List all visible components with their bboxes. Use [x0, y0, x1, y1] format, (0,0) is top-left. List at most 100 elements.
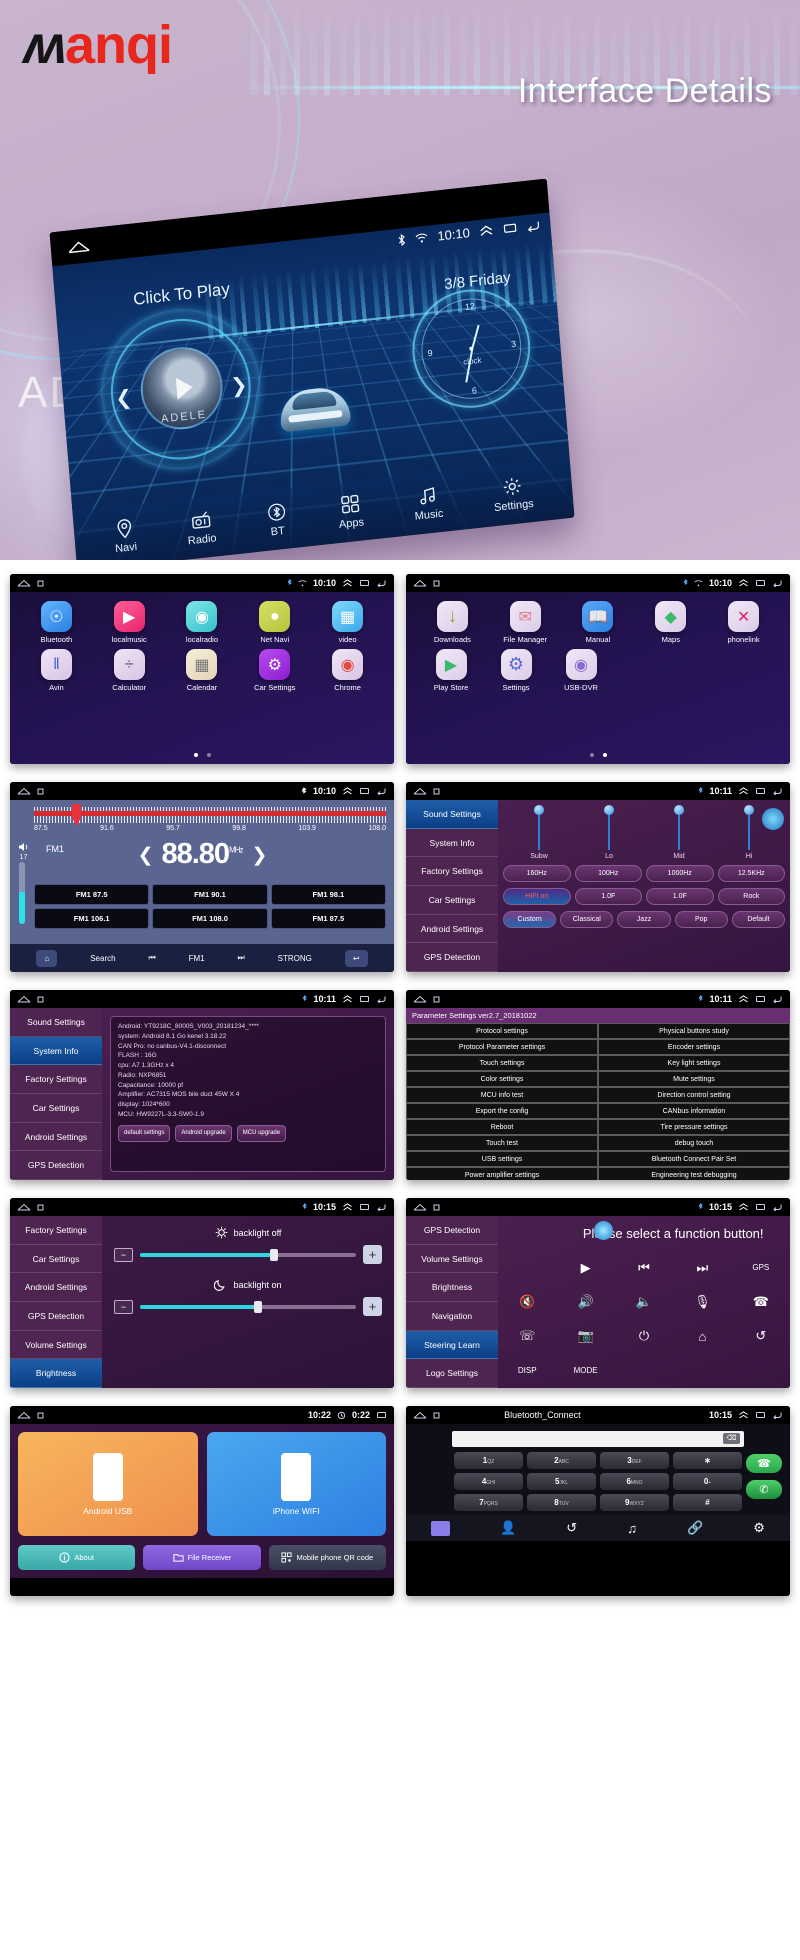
gear-icon[interactable]: ⚙ [753, 1520, 765, 1536]
app-playstore[interactable]: ▶ Play Store [425, 649, 477, 692]
prev-button[interactable]: ⏮ [149, 953, 156, 963]
preset-button[interactable]: FM1 108.0 [152, 908, 268, 929]
hifi-toggle[interactable]: HIFI on [503, 888, 571, 905]
app-maps[interactable]: ◆ Maps [645, 601, 697, 644]
preset-button[interactable]: FM1 98.1 [270, 884, 386, 905]
recents-icon[interactable] [755, 995, 766, 1003]
next-track-button[interactable]: ❯ [230, 372, 249, 399]
backspace-icon[interactable]: ⌫ [723, 1433, 740, 1444]
recents-icon[interactable] [359, 579, 370, 587]
sidebar-item-system-info[interactable]: System Info [10, 1036, 102, 1066]
freq-button-100hz[interactable]: 100Hz [574, 865, 642, 882]
sidebar-item-sound-settings[interactable]: Sound Settings [406, 800, 498, 829]
chevron-up-icon[interactable] [738, 1411, 749, 1419]
sidebar-item-gps-detection[interactable]: GPS Detection [10, 1151, 102, 1180]
dial-input[interactable]: ⌫ [452, 1431, 744, 1447]
freq-button-12khz[interactable]: 12.5KHz [717, 865, 785, 882]
nav-item-apps[interactable]: Apps [337, 492, 364, 531]
param-cell[interactable]: Export the config [406, 1103, 598, 1119]
sidebar-item-sound-settings[interactable]: Sound Settings [10, 1008, 102, 1037]
home-icon[interactable] [17, 787, 31, 795]
gain-button-rock[interactable]: Rock [717, 888, 785, 905]
gain-button-1[interactable]: 1.0F [574, 888, 642, 905]
sidebar-item-factory-settings[interactable]: Factory Settings [10, 1065, 102, 1095]
recents-icon[interactable] [502, 222, 518, 235]
back-icon[interactable] [772, 1203, 783, 1211]
recents-icon[interactable] [359, 1203, 370, 1211]
param-cell[interactable]: Direction control setting [598, 1087, 790, 1103]
back-icon[interactable] [526, 219, 541, 232]
key-5[interactable]: 5JKL [527, 1473, 596, 1490]
recents-icon[interactable] [359, 787, 370, 795]
refresh-icon[interactable] [594, 1221, 613, 1240]
key-7[interactable]: 7PQRS [454, 1494, 523, 1511]
app-manual[interactable]: 📖 Manual [572, 601, 624, 644]
steering-hangup-button[interactable]: ☏ [498, 1319, 556, 1353]
default-settings-button[interactable]: default settings [118, 1124, 171, 1142]
dialpad-icon[interactable] [431, 1520, 451, 1536]
home-icon[interactable] [413, 1411, 427, 1419]
chevron-up-icon[interactable] [342, 579, 353, 587]
tuning-scale-bar[interactable] [34, 811, 386, 816]
sidebar-item-android-settings[interactable]: Android Settings [10, 1273, 102, 1303]
square-icon[interactable] [37, 1412, 44, 1419]
freq-button-1000hz[interactable]: 1000Hz [646, 865, 714, 882]
key-0[interactable]: 0+ [673, 1473, 742, 1490]
preset-classical[interactable]: Classical [560, 911, 614, 928]
eq-slider-hi[interactable]: Hi [732, 805, 766, 860]
param-cell[interactable]: Encoder settings [598, 1039, 790, 1055]
page-dot[interactable] [589, 753, 594, 757]
steering-play-button[interactable]: ▶ [556, 1250, 614, 1284]
app-filemanager[interactable]: ✉ File Manager [499, 601, 551, 644]
home-icon[interactable] [17, 1411, 31, 1419]
param-cell[interactable]: Protocol Parameter settings [406, 1039, 598, 1055]
app-calculator[interactable]: ÷ Calculator [103, 649, 155, 692]
file-receiver-button[interactable]: File Receiver [143, 1545, 261, 1570]
param-cell[interactable]: debug touch [598, 1135, 790, 1151]
preset-pop[interactable]: Pop [674, 911, 728, 928]
gain-button-2[interactable]: 1.0F [646, 888, 714, 905]
next-button[interactable]: ⏭ [238, 953, 245, 963]
minus-button[interactable]: − [114, 1299, 133, 1314]
home-icon[interactable] [413, 787, 427, 795]
volume-slider[interactable] [19, 862, 25, 924]
eq-knob[interactable] [534, 805, 544, 815]
steering-power-button[interactable]: ⏻ [615, 1319, 673, 1353]
key-1[interactable]: 1QZ [454, 1452, 523, 1469]
page-dot-active[interactable] [602, 753, 607, 757]
chevron-up-icon[interactable] [478, 225, 494, 238]
chevron-up-icon[interactable] [738, 579, 749, 587]
nav-item-navi[interactable]: Navi [113, 517, 138, 555]
iphone-wifi-card[interactable]: iPhone WIFI [206, 1432, 386, 1536]
back-icon[interactable] [376, 995, 387, 1003]
call-answer-button[interactable]: ✆ [746, 1480, 782, 1499]
home-icon[interactable] [17, 995, 31, 1003]
freq-down-button[interactable]: ❮ [138, 845, 154, 866]
sidebar-item-factory-settings[interactable]: Factory Settings [10, 1216, 102, 1245]
param-cell[interactable]: Protocol settings [406, 1023, 598, 1039]
app-chrome[interactable]: ◉ Chrome [322, 649, 374, 692]
steering-phone-button[interactable]: ☎ [732, 1285, 790, 1319]
home-icon[interactable] [413, 579, 427, 587]
back-button[interactable]: ↩ [344, 949, 368, 967]
freq-button-160hz[interactable]: 160Hz [503, 865, 571, 882]
preset-button[interactable]: FM1 90.1 [152, 884, 268, 905]
param-cell[interactable]: Touch settings [406, 1055, 598, 1071]
android-usb-card[interactable]: Android USB [18, 1432, 198, 1536]
slider-handle[interactable] [254, 1300, 263, 1313]
home-icon[interactable] [66, 239, 91, 255]
sidebar-item-android-settings[interactable]: Android Settings [10, 1123, 102, 1152]
recents-icon[interactable] [755, 579, 766, 587]
app-localradio[interactable]: ◉ localradio [176, 601, 228, 644]
prev-track-button[interactable]: ❮ [114, 385, 133, 412]
param-cell[interactable]: Key light settings [598, 1055, 790, 1071]
preset-button[interactable]: FM1 87.5 [270, 908, 386, 929]
qr-code-button[interactable]: Mobile phone QR code [268, 1545, 386, 1570]
home-button[interactable]: ⌂ [36, 949, 58, 967]
android-upgrade-button[interactable]: Android upgrade [175, 1124, 232, 1142]
sidebar-item-gps-detection[interactable]: GPS Detection [406, 943, 498, 972]
backlight-on-slider[interactable] [140, 1300, 356, 1313]
square-icon[interactable] [433, 580, 440, 587]
square-icon[interactable] [433, 1204, 440, 1211]
app-settings[interactable]: ⚙ Settings [490, 649, 542, 692]
